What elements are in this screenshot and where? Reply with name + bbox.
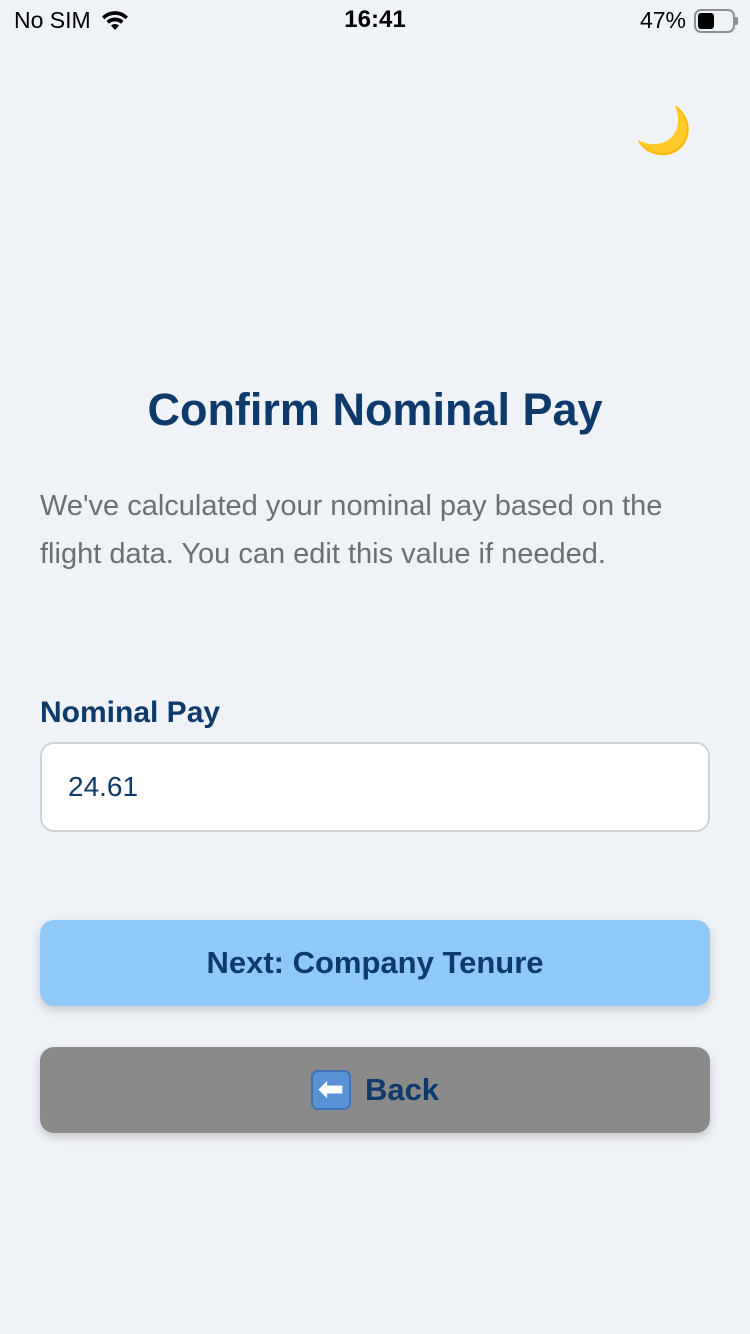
page-title: Confirm Nominal Pay [147,384,603,435]
status-bar: No SIM 16:41 47% [0,0,750,40]
next-button-label: Next: Company Tenure [206,945,544,980]
crescent-moon-icon[interactable]: 🌙 [632,98,696,162]
left-arrow-icon: ⬅ [310,1070,351,1110]
next-company-tenure-button[interactable]: Next: Company Tenure [40,920,710,1006]
back-button-label: Back [364,1072,440,1107]
battery-indicator: 47% [640,7,738,34]
battery-icon [694,8,738,33]
battery-percent: 47% [639,7,686,33]
nominal-pay-label: Nominal Pay [40,696,221,729]
nominal-pay-input[interactable] [40,742,710,832]
back-button[interactable]: ⬅ Back [40,1047,710,1133]
status-time: 16:41 [344,6,406,33]
battery-level-fill [698,12,714,29]
page-description: We've calculated your nominal pay based … [40,490,663,570]
